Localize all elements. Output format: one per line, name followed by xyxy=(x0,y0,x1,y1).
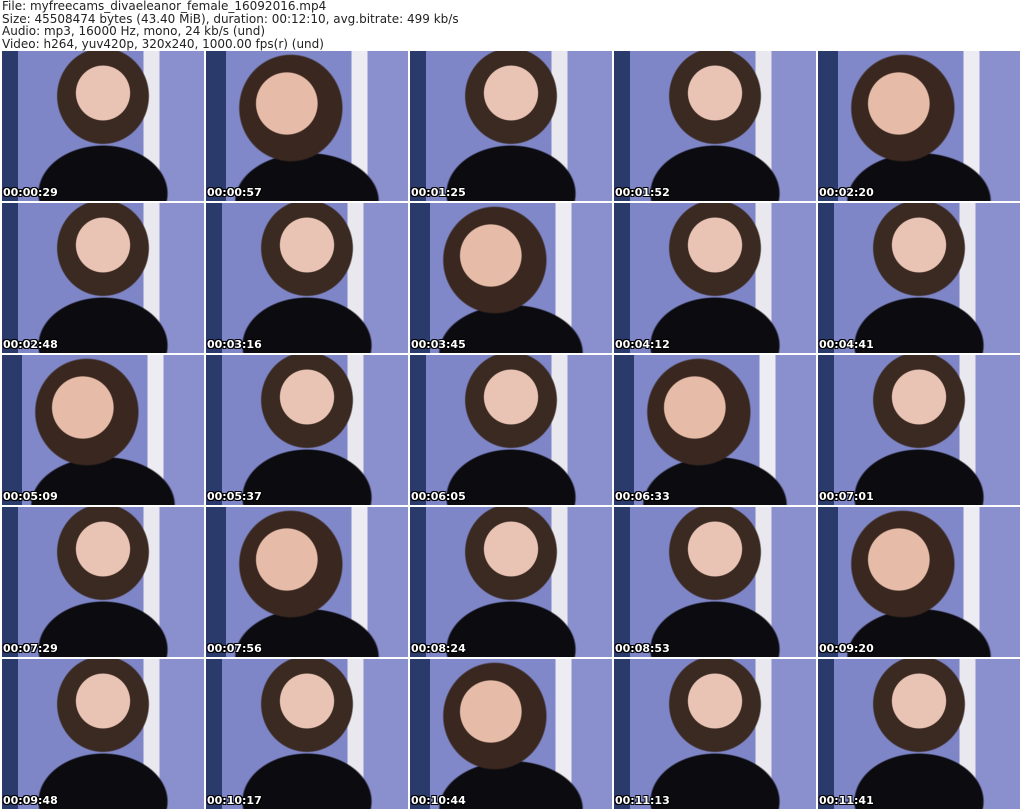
video-thumbnail: 00:10:44 xyxy=(410,659,612,809)
thumbnail-timestamp: 00:02:48 xyxy=(3,338,58,351)
video-thumbnail: 00:04:12 xyxy=(614,203,816,353)
thumbnail-timestamp: 00:04:12 xyxy=(615,338,670,351)
thumbnail-timestamp: 00:07:01 xyxy=(819,490,874,503)
video-thumbnail: 00:07:01 xyxy=(818,355,1020,505)
video-thumbnail: 00:10:17 xyxy=(206,659,408,809)
video-thumbnail: 00:03:16 xyxy=(206,203,408,353)
thumbnail-timestamp: 00:06:05 xyxy=(411,490,466,503)
thumbnail-timestamp: 00:05:09 xyxy=(3,490,58,503)
thumbnail-timestamp: 00:09:48 xyxy=(3,794,58,807)
video-thumbnail: 00:08:53 xyxy=(614,507,816,657)
video-thumbnail: 00:06:33 xyxy=(614,355,816,505)
video-thumbnail: 00:02:20 xyxy=(818,51,1020,201)
thumbnail-timestamp: 00:00:29 xyxy=(3,186,58,199)
video-thumbnail: 00:01:52 xyxy=(614,51,816,201)
thumbnail-timestamp: 00:04:41 xyxy=(819,338,874,351)
audio-info: Audio: mp3, 16000 Hz, mono, 24 kb/s (und… xyxy=(2,24,266,38)
video-thumbnail: 00:07:29 xyxy=(2,507,204,657)
thumbnail-timestamp: 00:03:16 xyxy=(207,338,262,351)
file-name: File: myfreecams_divaeleanor_female_1609… xyxy=(2,0,327,13)
video-thumbnail: 00:09:48 xyxy=(2,659,204,809)
thumbnail-timestamp: 00:01:25 xyxy=(411,186,466,199)
thumbnail-timestamp: 00:10:44 xyxy=(411,794,466,807)
video-thumbnail: 00:01:25 xyxy=(410,51,612,201)
thumbnail-timestamp: 00:10:17 xyxy=(207,794,262,807)
video-thumbnail: 00:05:09 xyxy=(2,355,204,505)
thumbnail-timestamp: 00:09:20 xyxy=(819,642,874,655)
thumbnail-timestamp: 00:03:45 xyxy=(411,338,466,351)
thumbnail-timestamp: 00:08:24 xyxy=(411,642,466,655)
video-thumbnail: 00:05:37 xyxy=(206,355,408,505)
video-thumbnail: 00:11:41 xyxy=(818,659,1020,809)
video-thumbnail: 00:02:48 xyxy=(2,203,204,353)
thumbnail-timestamp: 00:01:52 xyxy=(615,186,670,199)
thumbnail-timestamp: 00:00:57 xyxy=(207,186,262,199)
video-thumbnail: 00:06:05 xyxy=(410,355,612,505)
thumbnail-timestamp: 00:06:33 xyxy=(615,490,670,503)
thumbnail-timestamp: 00:11:41 xyxy=(819,794,874,807)
thumbnail-timestamp: 00:02:20 xyxy=(819,186,874,199)
video-thumbnail: 00:08:24 xyxy=(410,507,612,657)
thumbnail-timestamp: 00:05:37 xyxy=(207,490,262,503)
video-thumbnail: 00:04:41 xyxy=(818,203,1020,353)
thumbnail-timestamp: 00:07:56 xyxy=(207,642,262,655)
video-thumbnail: 00:11:13 xyxy=(614,659,816,809)
thumbnail-timestamp: 00:11:13 xyxy=(615,794,670,807)
video-thumbnail: 00:07:56 xyxy=(206,507,408,657)
video-thumbnail: 00:09:20 xyxy=(818,507,1020,657)
file-info-header: File: myfreecams_divaeleanor_female_1609… xyxy=(2,0,459,50)
video-thumbnail: 00:03:45 xyxy=(410,203,612,353)
thumbnail-timestamp: 00:08:53 xyxy=(615,642,670,655)
thumbnail-grid: 00:00:29 00:00:57 00:01:25 00:01:52 00:02:20… xyxy=(2,51,1020,809)
video-info: Video: h264, yuv420p, 320x240, 1000.00 f… xyxy=(2,36,324,51)
video-thumbnail: 00:00:57 xyxy=(206,51,408,201)
video-thumbnail: 00:00:29 xyxy=(2,51,204,201)
thumbnail-timestamp: 00:07:29 xyxy=(3,642,58,655)
